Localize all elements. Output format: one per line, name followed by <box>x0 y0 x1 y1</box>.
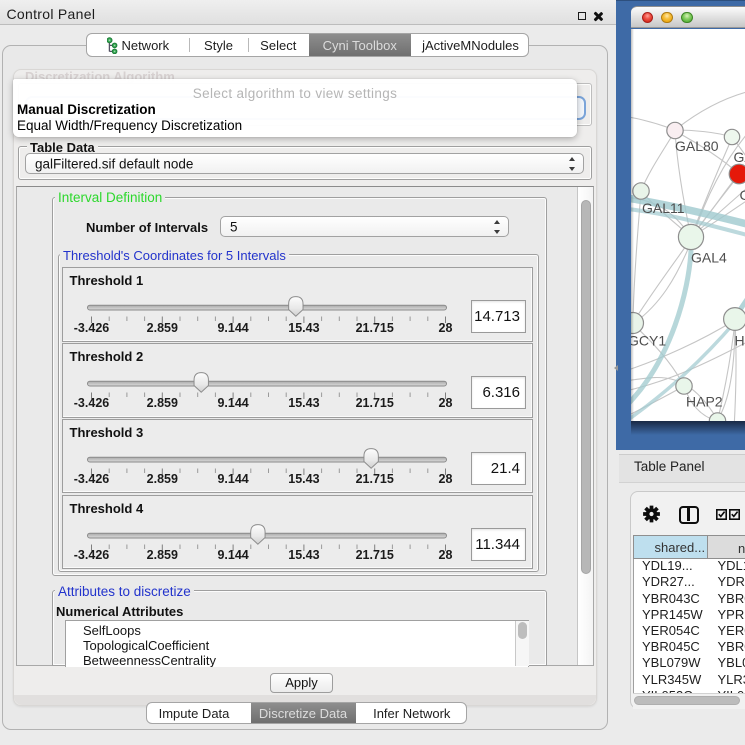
svg-text:GA: GA <box>734 149 745 165</box>
svg-text:GAL11: GAL11 <box>642 200 685 216</box>
svg-text:HAP2: HAP2 <box>686 394 723 410</box>
svg-text:GAL4: GAL4 <box>691 250 727 266</box>
svg-text:C: C <box>740 187 745 203</box>
svg-text:HI: HI <box>735 333 745 349</box>
svg-text:GAL80: GAL80 <box>675 138 719 154</box>
svg-text:GCY1: GCY1 <box>631 333 666 349</box>
